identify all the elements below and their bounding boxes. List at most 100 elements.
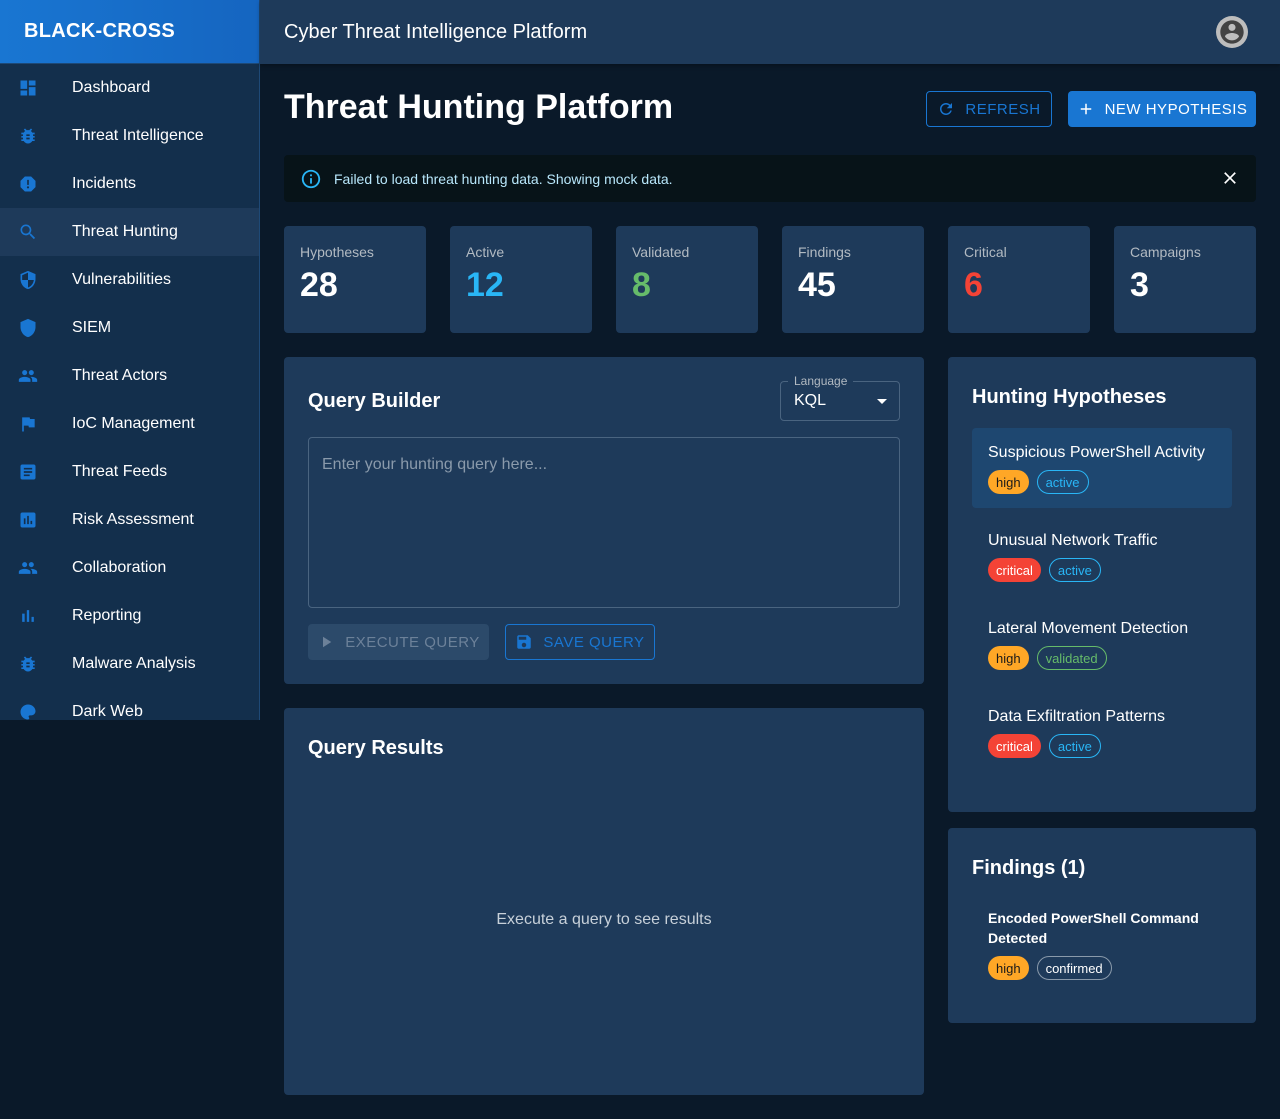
sidebar-item-siem[interactable]: SIEM [0,304,259,352]
stat-label: Findings [798,244,851,260]
status-chip: active [1048,734,1101,758]
sidebar-item-vulnerabilities[interactable]: Vulnerabilities [0,256,259,304]
plus-icon [1080,103,1091,115]
priority-chip: critical [988,734,1041,758]
query-input[interactable]: Enter your hunting query here... [308,437,900,608]
execute-query-button[interactable]: EXECUTE QUERY [308,624,489,660]
priority-chip: critical [988,558,1041,582]
sidebar-item-dashboard[interactable]: Dashboard [0,64,259,112]
sidebar-item-label: Dashboard [72,79,151,96]
bar-chart-icon [18,606,38,626]
stat-value: 3 [1130,266,1149,304]
stat-value: 8 [632,266,651,304]
bug-icon [18,654,38,674]
results-empty-message: Execute a query to see results [496,911,712,928]
status-chip: active [1048,558,1101,582]
sidebar-item-label: IoC Management [72,415,195,432]
shield-icon [18,318,38,338]
priority-chip: high [988,646,1029,670]
alert-message: Failed to load threat hunting data. Show… [334,170,673,187]
sidebar-item-malware-analysis[interactable]: Malware Analysis [0,640,259,688]
search-icon [18,222,38,242]
stat-value: 12 [466,266,504,304]
bug-icon [18,126,38,146]
stat-value: 6 [964,266,983,304]
people-icon [18,558,38,578]
language-select-value: KQL [794,392,827,409]
stat-card-validated: Validated 8 [616,226,758,333]
sidebar-item-reporting[interactable]: Reporting [0,592,259,640]
sidebar-item-label: Malware Analysis [72,655,196,672]
brand-logo[interactable]: BLACK-CROSS [0,0,259,64]
save-query-button-label: SAVE QUERY [543,633,645,651]
info-alert: Failed to load threat hunting data. Show… [284,155,1256,202]
info-icon [300,168,334,190]
stat-card-active: Active 12 [450,226,592,333]
stat-label: Hypotheses [300,244,374,260]
priority-chip: high [988,470,1029,494]
assessment-icon [18,510,38,530]
sidebar-item-threat-hunting[interactable]: Threat Hunting [0,208,259,256]
stat-value: 28 [300,266,338,304]
sidebar-item-dark-web[interactable]: Dark Web [0,688,259,720]
stat-card-findings: Findings 45 [782,226,924,333]
report-icon [18,174,38,194]
sidebar-item-ioc-management[interactable]: IoC Management [0,400,259,448]
hypothesis-name: Unusual Network Traffic [988,532,1158,549]
query-results-title: Query Results [308,737,444,759]
refresh-button-label: REFRESH [965,100,1041,118]
sidebar: BLACK-CROSS Dashboard Threat Intelligenc… [0,0,260,720]
account-icon [1220,20,1244,44]
play-icon [323,636,332,648]
status-chip: confirmed [1036,956,1112,980]
sidebar-item-threat-actors[interactable]: Threat Actors [0,352,259,400]
hypothesis-item[interactable]: Suspicious PowerShell Activity high acti… [972,428,1232,508]
status-chip: validated [1036,646,1107,670]
finding-item[interactable]: Encoded PowerShell Command Detected high… [988,908,1218,980]
sidebar-item-label: Threat Actors [72,367,168,384]
stat-label: Critical [964,244,1007,260]
hypothesis-name: Lateral Movement Detection [988,620,1189,637]
sidebar-item-label: Reporting [72,607,142,624]
close-icon[interactable] [1220,168,1240,191]
hypothesis-item[interactable]: Data Exfiltration Patterns critical acti… [972,692,1232,772]
sidebar-item-label: Threat Hunting [72,223,178,240]
app-title: Cyber Threat Intelligence Platform [284,20,588,43]
query-results-card [284,708,924,1095]
top-bar: Cyber Threat Intelligence Platform [260,0,1280,64]
flag-icon [18,414,38,434]
sidebar-item-label: Dark Web [72,703,143,720]
finding-title: Encoded PowerShell Command Detected [988,910,1199,946]
stat-card-critical: Critical 6 [948,226,1090,333]
shield-half-icon [18,270,38,290]
save-icon [517,635,532,649]
language-select-label: Language [788,374,854,388]
moon-icon [18,702,38,720]
sidebar-item-collaboration[interactable]: Collaboration [0,544,259,592]
query-input-placeholder: Enter your hunting query here... [322,456,548,473]
people-icon [18,366,38,386]
sidebar-item-label: Risk Assessment [72,511,194,528]
sidebar-item-label: Threat Feeds [72,463,168,480]
sidebar-item-label: Incidents [72,175,137,192]
sidebar-item-risk-assessment[interactable]: Risk Assessment [0,496,259,544]
sidebar-item-threat-intelligence[interactable]: Threat Intelligence [0,112,259,160]
refresh-button[interactable]: REFRESH [926,91,1052,127]
severity-chip: high [988,956,1029,980]
sidebar-item-label: SIEM [72,319,112,336]
sidebar-item-incidents[interactable]: Incidents [0,160,259,208]
new-hypothesis-button[interactable]: NEW HYPOTHESIS [1068,91,1256,127]
hypothesis-item[interactable]: Unusual Network Traffic critical active [972,516,1232,596]
hypothesis-item[interactable]: Lateral Movement Detection high validate… [972,604,1232,684]
hypotheses-title: Hunting Hypotheses [972,386,1167,408]
save-query-button[interactable]: SAVE QUERY [505,624,655,660]
refresh-icon [940,103,953,115]
findings-title: Findings (1) [972,857,1086,879]
sidebar-item-threat-feeds[interactable]: Threat Feeds [0,448,259,496]
sidebar-item-label: Vulnerabilities [72,271,172,288]
hypothesis-name: Suspicious PowerShell Activity [988,444,1205,461]
stat-card-campaigns: Campaigns 3 [1114,226,1256,333]
avatar[interactable] [1216,16,1248,48]
sidebar-item-label: Threat Intelligence [72,127,204,144]
caret-down-icon [877,399,887,404]
